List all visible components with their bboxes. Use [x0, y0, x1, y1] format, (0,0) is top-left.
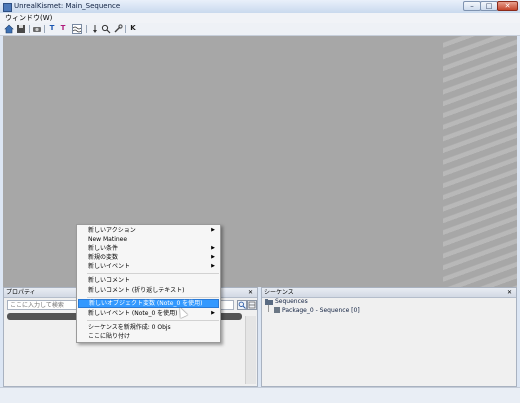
- tree-item-sequences[interactable]: Sequences: [275, 298, 308, 305]
- search-icon[interactable]: [237, 300, 247, 310]
- save-icon[interactable]: [16, 24, 26, 34]
- tool-icon[interactable]: [113, 24, 123, 34]
- window-title: UnrealKismet: Main_Sequence: [14, 2, 121, 10]
- menu-item-create-sequence[interactable]: シーケンスを新規作成: 0 Objs: [78, 323, 219, 332]
- tree-line: [268, 305, 269, 312]
- status-bar: [0, 387, 520, 403]
- maximize-button[interactable]: □: [480, 1, 498, 11]
- toolbar-separator: [86, 25, 87, 33]
- k-icon[interactable]: K: [128, 24, 138, 34]
- app-icon: [3, 3, 12, 12]
- sequences-panel-title: シーケンス: [264, 289, 294, 296]
- menu-item-paste-here[interactable]: ここに貼り付け: [78, 332, 219, 341]
- title-bar: UnrealKismet: Main_Sequence – □ ✕: [0, 0, 520, 14]
- wave-icon[interactable]: [72, 24, 82, 34]
- menu-separator: [87, 297, 219, 298]
- tree-item-package[interactable]: Package_0 - Sequence [0]: [282, 307, 360, 314]
- menu-separator: [87, 273, 219, 274]
- menu-item-new-matinee[interactable]: New Matinee: [78, 235, 219, 244]
- properties-close-button[interactable]: ✕: [248, 289, 253, 296]
- search-icon[interactable]: [101, 24, 111, 34]
- folder-icon: [265, 299, 273, 305]
- menu-item-new-action[interactable]: 新しいアクション ▶: [78, 226, 219, 235]
- menu-item-new-object-variable[interactable]: 新しいオブジェクト変数 (Note_0 を使用): [78, 299, 219, 308]
- menu-item-new-comment[interactable]: 新しいコメント: [78, 276, 219, 285]
- toolbar-separator: [44, 25, 45, 33]
- properties-scrollbar[interactable]: [245, 316, 256, 384]
- toolbar: T T K: [0, 23, 520, 36]
- minimize-button[interactable]: –: [463, 1, 481, 11]
- text-tt-icon[interactable]: T: [58, 24, 68, 34]
- menu-item-new-comment-wrapped[interactable]: 新しいコメント (折り返しテキスト): [78, 286, 219, 295]
- menu-separator: [87, 320, 219, 321]
- menu-item-new-event-using-note[interactable]: 新しいイベント (Note_0 を使用) ▶: [78, 309, 219, 318]
- close-button[interactable]: ✕: [497, 1, 518, 11]
- sequence-icon: [274, 307, 280, 313]
- sequences-panel-header: シーケンス ✕: [262, 288, 516, 298]
- menu-item-new-variable[interactable]: 新規の変数 ▶: [78, 253, 219, 262]
- context-menu: 新しいアクション ▶ New Matinee 新しい条件 ▶ 新規の変数 ▶ 新しいイ…: [76, 224, 221, 343]
- text-t-icon[interactable]: T: [47, 24, 57, 34]
- properties-panel-title: プロパティ: [6, 289, 36, 296]
- open-icon[interactable]: [32, 24, 42, 34]
- filter-icon[interactable]: [247, 300, 257, 310]
- toolbar-separator: [125, 25, 126, 33]
- canvas-reflection: [443, 36, 517, 287]
- home-icon[interactable]: [4, 24, 14, 34]
- down-arrow-icon[interactable]: [90, 24, 100, 34]
- menu-item-new-condition[interactable]: 新しい条件 ▶: [78, 244, 219, 253]
- menu-item-new-event[interactable]: 新しいイベント ▶: [78, 262, 219, 271]
- sequences-panel: シーケンス ✕ Sequences Package_0 - Sequence […: [261, 287, 517, 387]
- menu-window[interactable]: ウィンドウ(W): [5, 13, 52, 23]
- sequences-close-button[interactable]: ✕: [507, 289, 512, 296]
- toolbar-separator: [29, 25, 30, 33]
